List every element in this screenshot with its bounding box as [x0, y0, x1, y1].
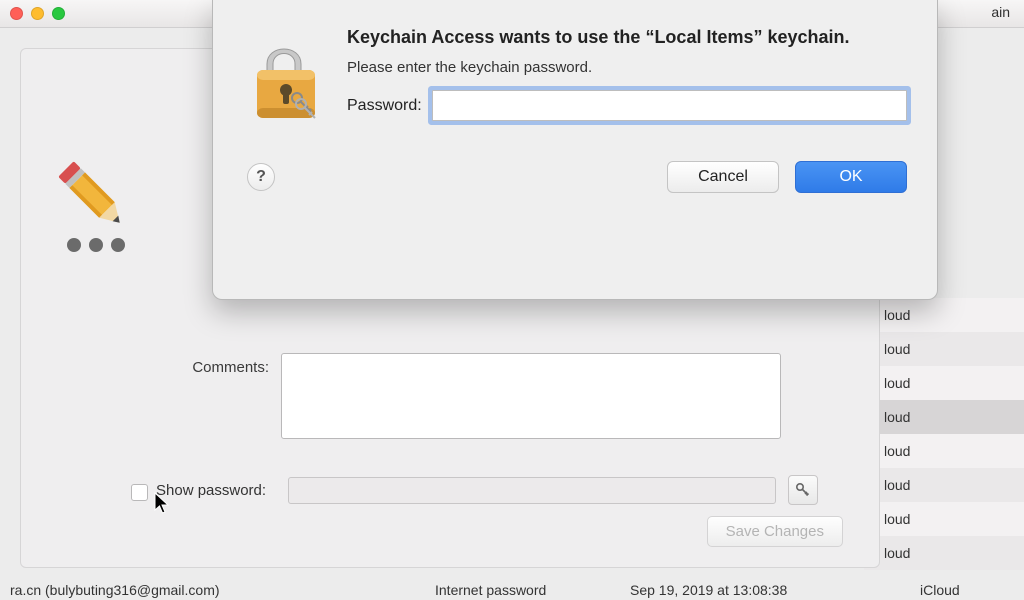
window-controls: [10, 7, 65, 20]
background-list-row[interactable]: loud: [864, 366, 1024, 400]
dialog-subtitle: Please enter the keychain password.: [347, 59, 907, 76]
show-password-row: Show password:: [21, 475, 851, 505]
minimize-button[interactable]: [31, 7, 44, 20]
show-password-checkbox[interactable]: [131, 484, 148, 501]
list-cell-date: Sep 19, 2019 at 13:08:38: [630, 582, 920, 600]
comments-label: Comments:: [21, 353, 281, 376]
background-list-row: ra.cn (bulybuting316@gmail.com) Internet…: [0, 580, 1024, 600]
show-password-label: Show password:: [156, 482, 278, 499]
list-cell-keychain: iCloud: [920, 582, 1014, 600]
ok-button[interactable]: OK: [795, 161, 907, 193]
save-changes-row: Save Changes: [707, 516, 843, 547]
background-list-row[interactable]: loud: [864, 502, 1024, 536]
background-list-row[interactable]: loud: [864, 536, 1024, 570]
dialog-title: Keychain Access wants to use the “Local …: [347, 26, 907, 49]
list-cell-kind: Internet password: [435, 582, 630, 600]
padlock-icon: [247, 26, 325, 129]
maximize-button[interactable]: [52, 7, 65, 20]
background-list-row[interactable]: loud: [864, 400, 1024, 434]
comments-field[interactable]: [281, 353, 781, 439]
editing-dots: [61, 238, 125, 252]
background-list-row[interactable]: loud: [864, 434, 1024, 468]
cancel-button[interactable]: Cancel: [667, 161, 779, 193]
keychain-password-dialog: Keychain Access wants to use the “Local …: [212, 0, 938, 300]
editing-indicator: [61, 149, 125, 252]
key-icon: [795, 482, 811, 498]
background-list-row[interactable]: loud: [864, 332, 1024, 366]
comments-row: Comments:: [21, 353, 851, 439]
reveal-password-button[interactable]: [788, 475, 818, 505]
password-display-field[interactable]: [288, 477, 776, 504]
save-changes-button[interactable]: Save Changes: [707, 516, 843, 547]
list-cell-name: ra.cn (bulybuting316@gmail.com): [10, 582, 435, 600]
pencil-icon: [38, 141, 141, 244]
background-list-row[interactable]: loud: [864, 298, 1024, 332]
password-label: Password:: [347, 97, 422, 115]
password-input[interactable]: [432, 90, 907, 121]
background-title-fragment: ain: [991, 4, 1010, 20]
background-list-row[interactable]: loud: [864, 468, 1024, 502]
close-button[interactable]: [10, 7, 23, 20]
help-button[interactable]: ?: [247, 163, 275, 191]
